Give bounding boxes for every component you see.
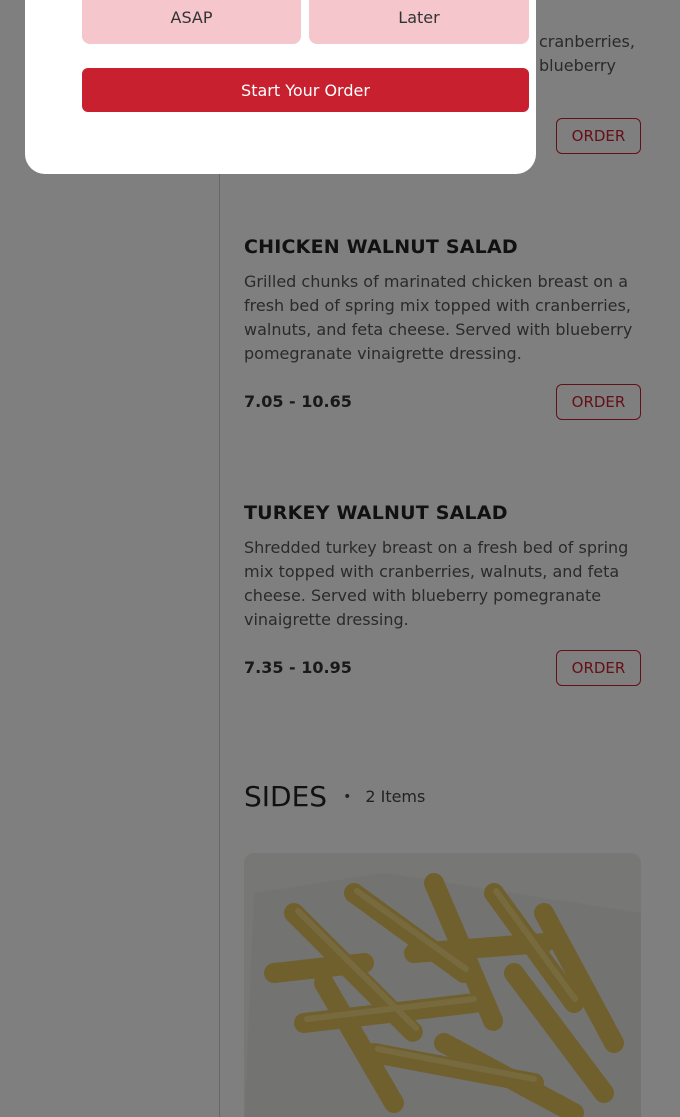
later-label: Later	[398, 8, 440, 27]
later-option[interactable]: Later	[309, 0, 529, 44]
clock-icon	[178, 0, 204, 1]
asap-label: ASAP	[170, 8, 213, 27]
start-order-button[interactable]: Start Your Order	[82, 68, 529, 112]
asap-option[interactable]: ASAP	[82, 0, 301, 44]
order-time-modal: ASAP Later Start Your Order	[25, 0, 536, 174]
calendar-clock-icon	[406, 0, 432, 1]
